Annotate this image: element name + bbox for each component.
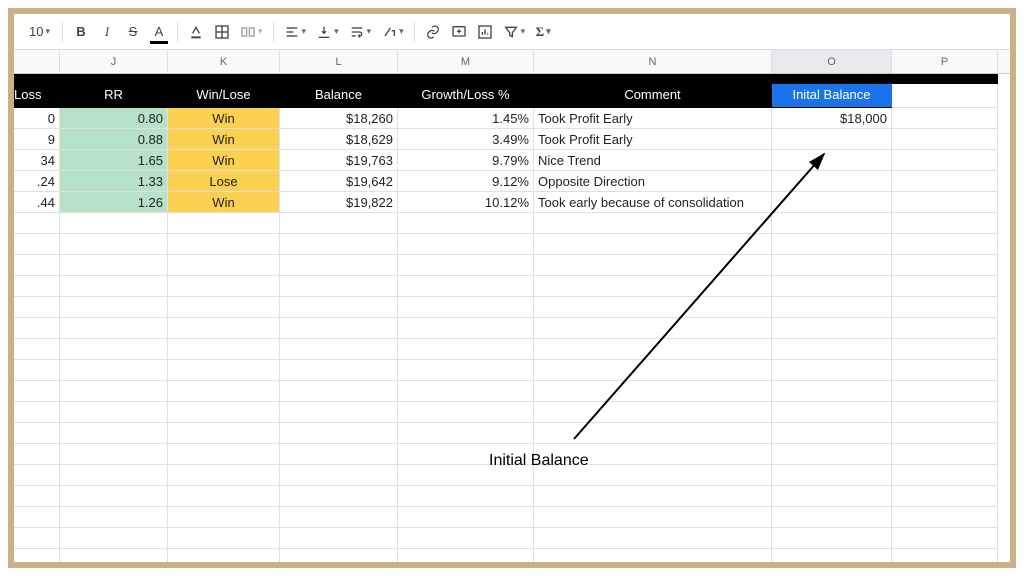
filter-button[interactable] [499, 20, 530, 44]
wrap-icon [349, 24, 365, 40]
strikethrough-button[interactable]: S [121, 20, 145, 44]
separator [177, 22, 178, 42]
rotate-icon [381, 24, 397, 40]
vertical-align-button[interactable] [312, 20, 343, 44]
table-row[interactable]: 0 0.80 Win $18,260 1.45% Took Profit Ear… [14, 108, 1010, 129]
sheet-area[interactable]: J K L M N O P Loss RR [14, 50, 1010, 562]
merge-cells-button[interactable] [236, 20, 267, 44]
font-size-select[interactable]: 10 [18, 20, 56, 44]
column-headers: J K L M N O P [14, 50, 1010, 74]
link-icon [425, 24, 441, 40]
table-row[interactable]: 34 1.65 Win $19,763 9.79% Nice Trend [14, 150, 1010, 171]
font-color-button[interactable]: A [147, 20, 171, 44]
horizontal-align-button[interactable] [280, 20, 311, 44]
filter-icon [503, 24, 519, 40]
header-loss: Loss [14, 84, 60, 108]
col-header[interactable]: O [772, 50, 892, 73]
fill-color-icon [188, 24, 204, 40]
separator [414, 22, 415, 42]
col-header[interactable]: J [60, 50, 168, 73]
merge-icon [240, 24, 256, 40]
insert-link-button[interactable] [421, 20, 445, 44]
col-header[interactable]: P [892, 50, 998, 73]
text-wrap-button[interactable] [345, 20, 376, 44]
align-icon [284, 24, 300, 40]
header-balance: Balance [280, 84, 398, 108]
table-header-row: Loss RR Win/Lose Balance Growth/Loss % C… [14, 84, 1010, 108]
col-header[interactable]: M [398, 50, 534, 73]
grid[interactable]: Loss RR Win/Lose Balance Growth/Loss % C… [14, 74, 1010, 562]
italic-button[interactable]: I [95, 20, 119, 44]
header-winlose: Win/Lose [168, 84, 280, 108]
col-header[interactable]: K [168, 50, 280, 73]
header-initial-balance: Inital Balance [772, 84, 892, 108]
chart-icon [477, 24, 493, 40]
table-row[interactable]: .44 1.26 Win $19,822 10.12% Took early b… [14, 192, 1010, 213]
initial-balance-value[interactable]: $18,000 [772, 108, 892, 129]
col-header[interactable] [14, 50, 60, 73]
valign-icon [316, 24, 332, 40]
col-header[interactable]: N [534, 50, 772, 73]
bold-button[interactable]: B [69, 20, 93, 44]
insert-comment-button[interactable] [447, 20, 471, 44]
header-growth: Growth/Loss % [398, 84, 534, 108]
col-header[interactable]: L [280, 50, 398, 73]
borders-button[interactable] [210, 20, 234, 44]
borders-icon [214, 24, 230, 40]
separator [273, 22, 274, 42]
table-row[interactable]: 9 0.88 Win $18,629 3.49% Took Profit Ear… [14, 129, 1010, 150]
table-row[interactable]: .24 1.33 Lose $19,642 9.12% Opposite Dir… [14, 171, 1010, 192]
header-comment: Comment [534, 84, 772, 108]
separator [62, 22, 63, 42]
header-rr: RR [60, 84, 168, 108]
toolbar: 10 B I S A [14, 14, 1010, 50]
insert-chart-button[interactable] [473, 20, 497, 44]
comment-icon [451, 24, 467, 40]
text-rotation-button[interactable] [377, 20, 408, 44]
functions-button[interactable]: Σ [531, 20, 555, 44]
fill-color-button[interactable] [184, 20, 208, 44]
